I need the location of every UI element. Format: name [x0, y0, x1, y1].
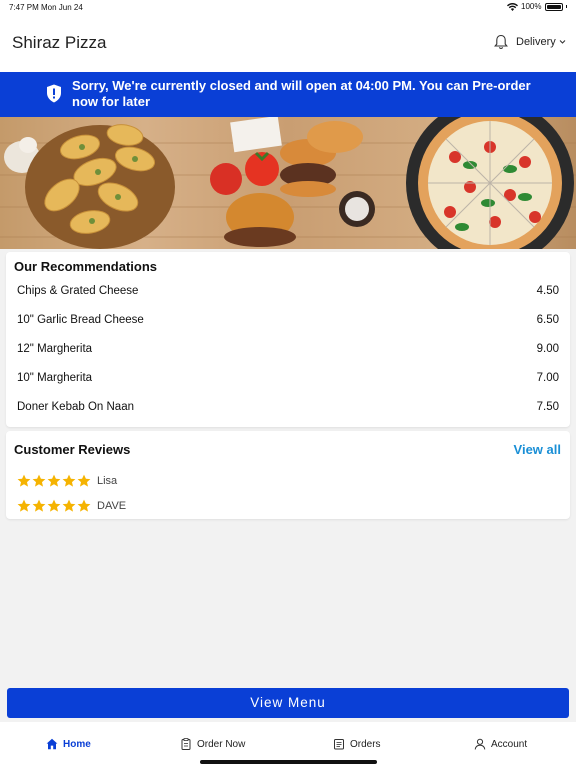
star-rating	[17, 499, 91, 513]
battery-icon	[544, 2, 563, 11]
person-icon	[474, 738, 486, 750]
star-icon	[77, 499, 91, 512]
item-name: 12" Margherita	[17, 343, 93, 355]
star-icon	[17, 474, 31, 487]
tab-label: Account	[491, 738, 528, 750]
hero-food-image	[0, 117, 576, 249]
star-icon	[47, 474, 61, 487]
status-date: Mon Jun 24	[41, 3, 83, 12]
star-rating	[17, 474, 91, 488]
star-icon	[62, 474, 76, 487]
closed-banner: Sorry, We're currently closed and will o…	[0, 72, 576, 117]
reviewer-name: Lisa	[97, 475, 118, 487]
customer-reviews-card: Customer Reviews View all Lisa DAVE	[6, 431, 570, 519]
clipboard-icon	[181, 738, 191, 750]
battery-cap	[565, 5, 567, 8]
item-name: 10" Margherita	[17, 372, 93, 384]
item-price: 6.50	[536, 314, 559, 326]
recommendations-card: Our Recommendations Chips & Grated Chees…	[6, 252, 570, 427]
star-icon	[47, 499, 61, 512]
star-icon	[32, 499, 46, 512]
tab-account[interactable]: Account	[474, 736, 527, 752]
restaurant-title: Shiraz Pizza	[12, 33, 107, 52]
recommendations-title: Our Recommendations	[14, 259, 158, 274]
reviews-title: Customer Reviews	[14, 442, 131, 457]
tab-home[interactable]: Home	[46, 736, 91, 752]
recommendation-item[interactable]: Doner Kebab On Naan 7.50	[6, 393, 570, 422]
view-all-reviews-link[interactable]: View all	[514, 442, 561, 457]
review-item: Lisa	[17, 474, 217, 492]
chevron-down-icon[interactable]	[559, 39, 566, 45]
star-icon	[62, 499, 76, 512]
app-header: Shiraz Pizza Delivery	[0, 14, 576, 72]
closed-message: Sorry, We're currently closed and will o…	[72, 78, 531, 109]
item-name: Chips & Grated Cheese	[17, 285, 139, 297]
item-price: 7.00	[536, 372, 559, 384]
recommendation-item[interactable]: 10" Garlic Bread Cheese 6.50	[6, 306, 570, 335]
battery-percent: 100%	[521, 2, 542, 11]
status-bar: 7:47 PM Mon Jun 24 100%	[0, 0, 576, 14]
tab-label: Orders	[350, 738, 381, 750]
bottom-tab-bar: Home Order Now Orders Account	[0, 722, 576, 768]
home-icon	[46, 738, 58, 750]
tab-orders[interactable]: Orders	[333, 736, 381, 752]
recommendation-item[interactable]: 12" Margherita 9.00	[6, 335, 570, 364]
food-illustration	[0, 117, 576, 249]
review-item: DAVE	[17, 499, 217, 517]
reviewer-name: DAVE	[97, 500, 127, 512]
delivery-mode-dropdown[interactable]: Delivery	[516, 36, 556, 48]
star-icon	[77, 474, 91, 487]
bell-icon[interactable]	[494, 34, 508, 50]
wifi-icon	[507, 2, 519, 11]
home-indicator	[200, 760, 377, 764]
shield-alert-icon	[47, 84, 61, 103]
view-menu-button[interactable]: View Menu	[7, 688, 569, 718]
item-price: 9.00	[536, 343, 559, 355]
item-name: Doner Kebab On Naan	[17, 401, 134, 413]
tab-label: Order Now	[197, 738, 246, 750]
star-icon	[17, 499, 31, 512]
status-time: 7:47 PM	[9, 3, 39, 12]
item-price: 4.50	[536, 285, 559, 297]
item-price: 7.50	[536, 401, 559, 413]
tab-label: Home	[63, 738, 91, 750]
star-icon	[32, 474, 46, 487]
recommendation-item[interactable]: Chips & Grated Cheese 4.50	[6, 277, 570, 306]
tab-order-now[interactable]: Order Now	[180, 736, 245, 752]
recommendation-item[interactable]: 10" Margherita 7.00	[6, 364, 570, 393]
item-name: 10" Garlic Bread Cheese	[17, 314, 144, 326]
receipt-icon	[334, 739, 344, 750]
status-right: 100%	[507, 2, 567, 11]
